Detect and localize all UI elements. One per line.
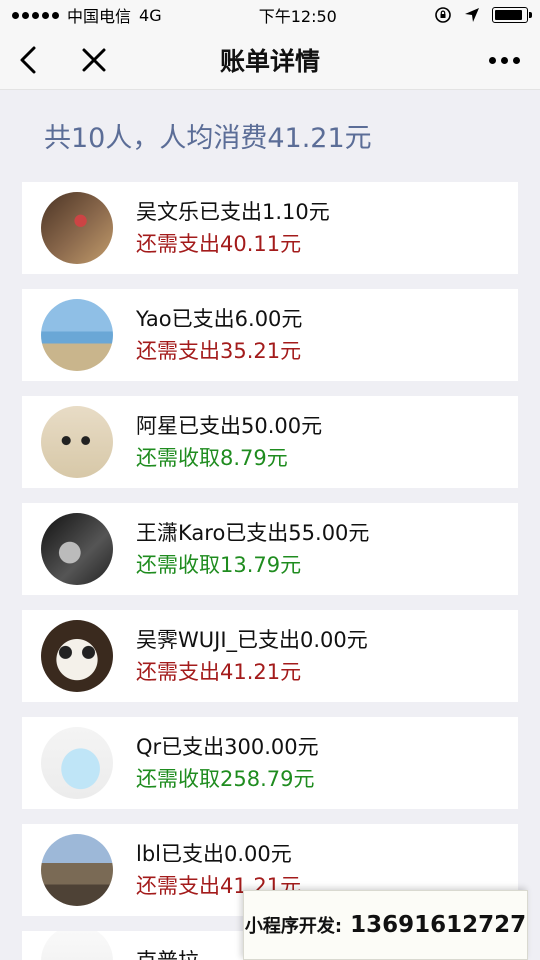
member-paid: Qr已支出300.00元 [136,735,319,759]
member-due: 还需收取258.79元 [136,767,315,791]
member-row[interactable]: Yao已支出6.00元 还需支出35.21元 [22,289,518,381]
member-due: 还需支出40.11元 [136,232,302,256]
member-paid: Yao已支出6.00元 [136,307,303,331]
avatar [41,513,113,585]
avatar [41,620,113,692]
badge-label: 小程序开发: [244,916,343,937]
avatar [41,834,113,906]
avatar [41,727,113,799]
orientation-lock-icon [435,7,451,23]
member-due: 还需支出35.21元 [136,339,302,363]
member-paid: 克普拉 [136,945,199,960]
member-paid: 吴文乐已支出1.10元 [136,200,330,224]
member-paid: 王潇Karo已支出55.00元 [136,521,370,545]
member-row[interactable]: 王潇Karo已支出55.00元 还需收取13.79元 [22,503,518,595]
status-bar: 中国电信 4G 下午12:50 [0,0,540,30]
close-button[interactable] [74,42,114,78]
battery-icon [492,7,532,23]
more-dot-icon [488,56,496,64]
member-row[interactable]: 吴文乐已支出1.10元 还需支出40.11元 [22,182,518,274]
more-dot-icon [512,56,520,64]
badge-phone: 13691612727 [350,912,527,938]
developer-contact-badge: 小程序开发: 13691612727 [243,890,528,960]
location-icon [465,8,479,22]
member-row[interactable]: 吴霁WUJI_已支出0.00元 还需支出41.21元 [22,610,518,702]
member-paid: lbl已支出0.00元 [136,842,292,866]
nav-bar: 账单详情 [0,30,540,90]
signal-icon [12,11,59,19]
more-dot-icon [500,56,508,64]
back-button[interactable] [10,42,46,78]
avatar [41,931,113,960]
status-time: 下午12:50 [258,7,337,26]
close-icon [82,48,106,72]
member-paid: 阿星已支出50.00元 [136,414,323,438]
avatar [41,299,113,371]
bill-summary: 共10人，人均消费41.21元 [44,123,372,154]
avatar [41,192,113,264]
member-row[interactable]: Qr已支出300.00元 还需收取258.79元 [22,717,518,809]
avatar [41,406,113,478]
member-due: 还需收取13.79元 [136,553,302,577]
carrier-label: 中国电信 [67,7,132,26]
member-list: 吴文乐已支出1.10元 还需支出40.11元 Yao已支出6.00元 还需支出3… [0,182,540,960]
member-due: 还需支出41.21元 [136,660,302,684]
member-row[interactable]: 阿星已支出50.00元 还需收取8.79元 [22,396,518,488]
member-due: 还需收取8.79元 [136,446,288,470]
more-button[interactable] [484,42,524,78]
back-arrow-icon [20,46,36,74]
network-label: 4G [139,5,162,25]
member-paid: 吴霁WUJI_已支出0.00元 [136,628,368,652]
